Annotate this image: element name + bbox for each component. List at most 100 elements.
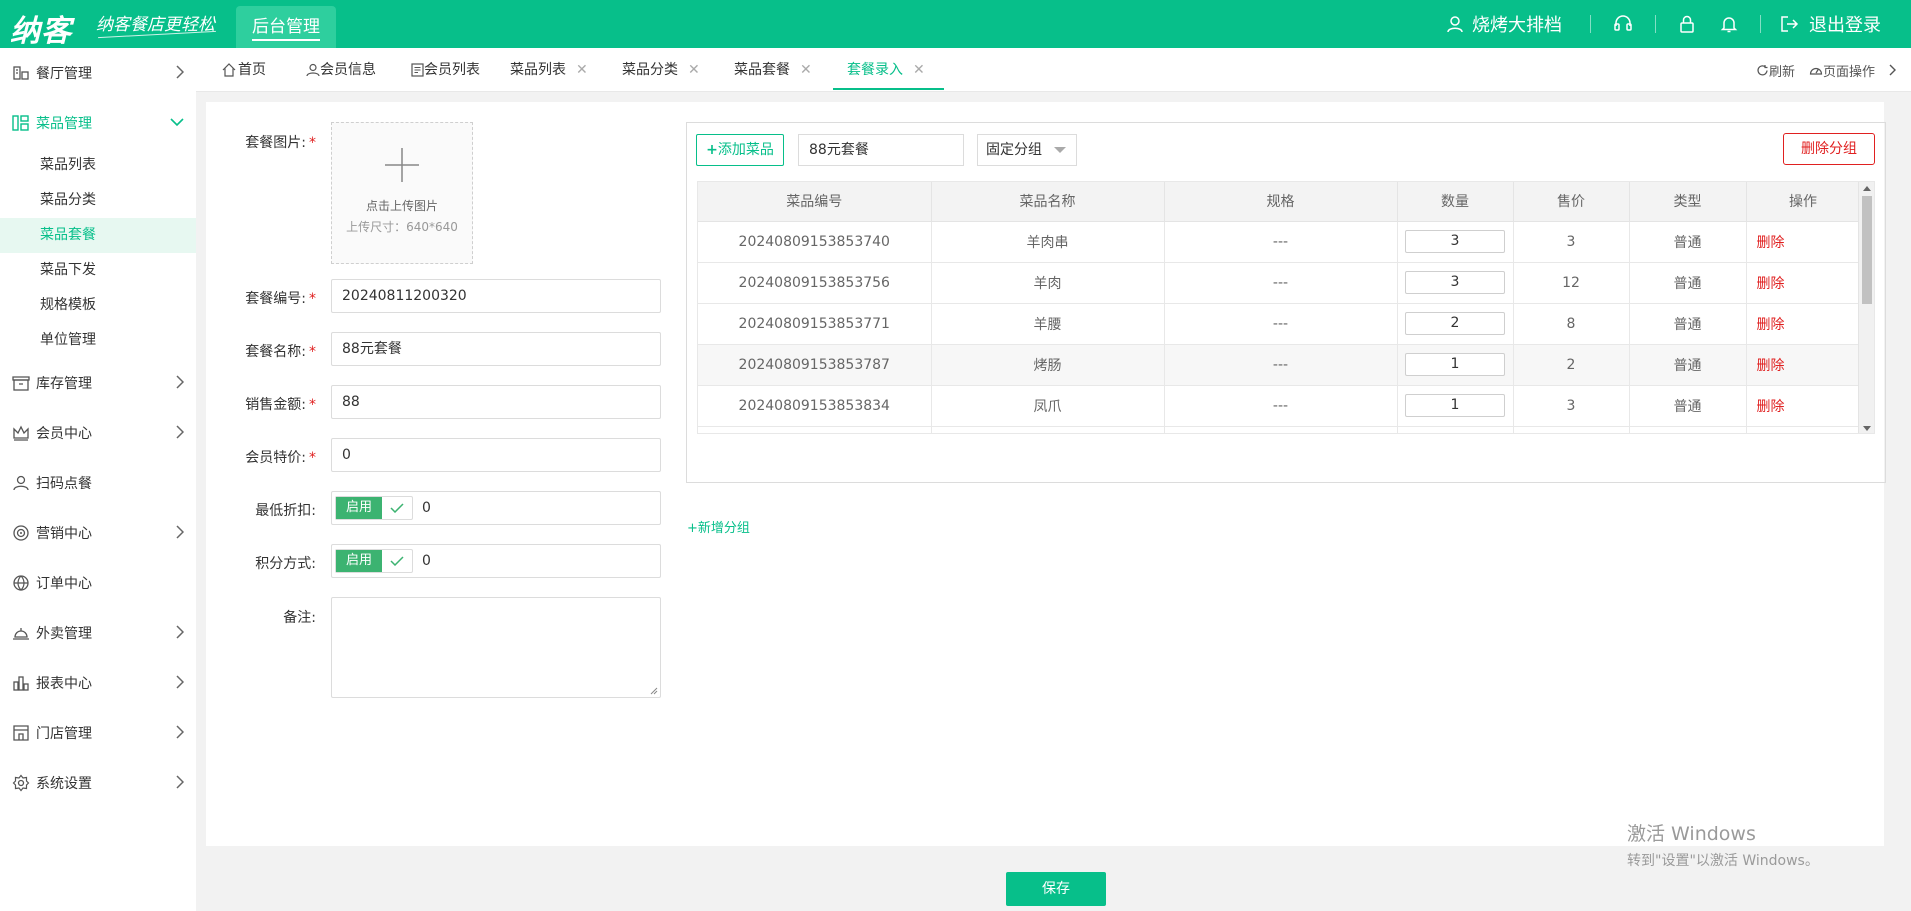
quantity-input[interactable]: 3 [1405, 230, 1505, 253]
sidebar-item-orders[interactable]: 订单中心 [0, 558, 196, 608]
tab-home[interactable]: 首页 [222, 48, 266, 92]
sidebar-subitem-unit[interactable]: 单位管理 [0, 323, 196, 358]
logout-button[interactable]: 退出登录 [1779, 11, 1881, 37]
admin-tab[interactable]: 后台管理 [236, 6, 336, 48]
tab-label: 菜品列表 [510, 62, 566, 78]
delete-row-link[interactable]: 删除 [1746, 221, 1861, 263]
page-ops-button[interactable]: 页面操作 [1809, 61, 1875, 80]
quantity-input[interactable]: 2 [1405, 312, 1505, 335]
scroll-down-icon[interactable] [1863, 426, 1871, 431]
headset-icon[interactable] [1613, 14, 1633, 34]
column-header: 售价 [1513, 182, 1630, 222]
close-icon[interactable]: ✕ [688, 48, 700, 92]
quantity-input[interactable] [1405, 433, 1505, 434]
dish-spec: --- [1164, 385, 1398, 427]
sidebar-item-scan-order[interactable]: 扫码点餐 [0, 458, 196, 508]
dish-name: 羊肉 [931, 262, 1165, 304]
sidebar-item-settings[interactable]: 系统设置 [0, 758, 196, 808]
combo-code-input[interactable]: 20240811200320 [331, 279, 661, 313]
column-header: 操作 [1746, 182, 1861, 222]
quantity-input[interactable]: 3 [1405, 271, 1505, 294]
dish-name: 烤肠 [931, 344, 1165, 386]
sidebar-item-dishes[interactable]: 菜品管理 [0, 98, 196, 148]
target-icon [12, 524, 30, 542]
table-row: 20240809153853787 烤肠 --- 1 2 普通 删除 [698, 344, 1861, 386]
add-group-link[interactable]: +新增分组 [687, 517, 750, 536]
sale-amount-input[interactable]: 88 [331, 385, 661, 419]
remark-textarea[interactable] [331, 597, 661, 698]
add-dish-button[interactable]: +添加菜品 [696, 134, 784, 166]
gear-icon [12, 774, 30, 792]
sidebar-item-reports[interactable]: 报表中心 [0, 658, 196, 708]
sidebar-subitem-spec-template[interactable]: 规格模板 [0, 288, 196, 323]
sidebar-item-takeout[interactable]: 外卖管理 [0, 608, 196, 658]
tab-member-list[interactable]: 会员列表 [411, 48, 480, 92]
delete-group-button[interactable]: 删除分组 [1783, 133, 1875, 165]
close-icon[interactable]: ✕ [576, 48, 588, 92]
dish-type: 普通 [1629, 344, 1747, 386]
min-discount-input[interactable]: 0 [422, 492, 431, 524]
tabs-bar: 首页 会员信息 会员列表 菜品列表 ✕ 菜品分类 ✕ 菜品套餐 ✕ 套餐录入 ✕… [196, 48, 1911, 92]
bell-icon[interactable] [1720, 14, 1738, 34]
app-logo[interactable]: 纳客 [10, 6, 72, 50]
divider [1655, 15, 1656, 33]
tab-dish-list[interactable]: 菜品列表 ✕ [510, 48, 588, 92]
close-icon[interactable]: ✕ [800, 48, 812, 92]
group-type-select[interactable]: 固定分组 [977, 134, 1077, 166]
refresh-button[interactable]: 刷新 [1756, 61, 1795, 80]
member-price-input[interactable]: 0 [331, 438, 661, 472]
close-icon[interactable]: ✕ [913, 48, 925, 92]
quantity-input[interactable]: 1 [1405, 353, 1505, 376]
delete-row-link[interactable]: 删除 [1746, 303, 1861, 345]
windows-activation-watermark: 激活 Windows 转到"设置"以激活 Windows。 [1627, 819, 1819, 870]
sidebar-item-restaurant[interactable]: 餐厅管理 [0, 48, 196, 98]
group-name-input[interactable]: 88元套餐 [798, 134, 964, 166]
tab-label: 会员列表 [424, 62, 480, 78]
sidebar-subitem-dish-dispatch[interactable]: 菜品下发 [0, 253, 196, 288]
sidebar-subitem-dish-combo[interactable]: 菜品套餐 [0, 218, 196, 253]
store-icon [12, 724, 30, 742]
min-discount-toggle[interactable]: 启用 [335, 496, 413, 520]
points-toggle[interactable]: 启用 [335, 549, 413, 573]
image-upload[interactable]: 点击上传图片 上传尺寸：640*640 [331, 122, 473, 264]
table-header-row: 菜品编号 菜品名称 规格 数量 售价 类型 操作 [698, 182, 1861, 222]
table-row: 20240809153853771 羊腰 --- 2 8 普通 删除 [698, 303, 1861, 345]
sidebar-item-label: 营销中心 [36, 526, 92, 542]
scroll-up-icon[interactable] [1863, 186, 1871, 191]
sidebar-item-stores[interactable]: 门店管理 [0, 708, 196, 758]
user-name: 烧烤大排档 [1472, 15, 1562, 36]
sidebar-item-marketing[interactable]: 营销中心 [0, 508, 196, 558]
resize-handle-icon[interactable] [650, 687, 658, 695]
refresh-label: 刷新 [1768, 64, 1795, 80]
table-scrollbar[interactable] [1858, 182, 1874, 433]
sidebar-item-label: 外卖管理 [36, 626, 92, 642]
dish-type: 普通 [1629, 303, 1747, 345]
user-menu[interactable]: 烧烤大排档 [1446, 11, 1562, 37]
globe-icon [12, 574, 30, 592]
sidebar-item-member[interactable]: 会员中心 [0, 408, 196, 458]
delete-row-link[interactable]: 删除 [1746, 344, 1861, 386]
dish-price: 3 [1513, 385, 1630, 427]
dish-table: 菜品编号 菜品名称 规格 数量 售价 类型 操作 202408091538537… [697, 181, 1875, 434]
main-content: 套餐图片: * 点击上传图片 上传尺寸：640*640 套餐编号: * 202408… [206, 102, 1886, 846]
sidebar-subitem-dish-list[interactable]: 菜品列表 [0, 148, 196, 183]
scroll-thumb[interactable] [1862, 196, 1872, 304]
tab-combo-entry[interactable]: 套餐录入 ✕ [847, 48, 925, 92]
delete-row-link[interactable]: 删除 [1746, 262, 1861, 304]
sidebar-subitem-dish-category[interactable]: 菜品分类 [0, 183, 196, 218]
dish-code: 20240809153853771 [698, 303, 932, 345]
quantity-input[interactable]: 1 [1405, 394, 1505, 417]
tab-dish-combo[interactable]: 菜品套餐 ✕ [734, 48, 812, 92]
chevron-right-icon[interactable] [1889, 64, 1897, 76]
points-input[interactable]: 0 [422, 545, 431, 577]
save-button[interactable]: 保存 [1006, 872, 1106, 906]
combo-name-input[interactable]: 88元套餐 [331, 332, 661, 366]
lock-icon[interactable] [1678, 14, 1696, 34]
chevron-right-icon [176, 65, 185, 83]
sidebar-item-inventory[interactable]: 库存管理 [0, 358, 196, 408]
active-tab-indicator [833, 88, 944, 90]
delete-row-link[interactable]: 删除 [1746, 385, 1861, 427]
tab-label: 会员信息 [320, 62, 376, 78]
tab-member-info[interactable]: 会员信息 [306, 48, 376, 92]
tab-dish-category[interactable]: 菜品分类 ✕ [622, 48, 700, 92]
